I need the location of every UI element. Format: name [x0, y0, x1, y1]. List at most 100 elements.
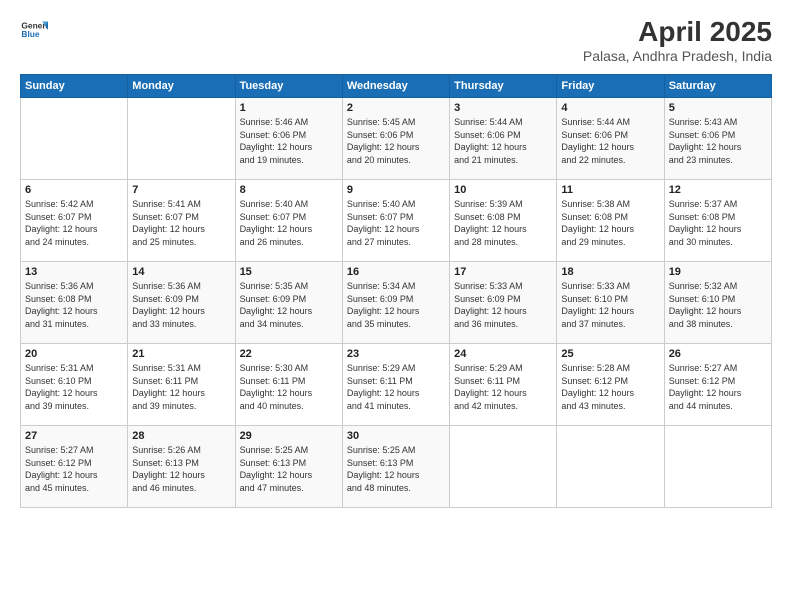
day-cell: 19 Sunrise: 5:32 AM Sunset: 6:10 PM Dayli…	[664, 262, 771, 344]
day-number: 27	[25, 430, 123, 442]
day-number: 29	[240, 430, 338, 442]
day-info: Sunrise: 5:31 AM Sunset: 6:11 PM Dayligh…	[132, 362, 230, 412]
col-thursday: Thursday	[450, 75, 557, 98]
day-number: 13	[25, 266, 123, 278]
day-cell: 4 Sunrise: 5:44 AM Sunset: 6:06 PM Daylig…	[557, 98, 664, 180]
week-row-3: 13 Sunrise: 5:36 AM Sunset: 6:08 PM Dayli…	[21, 262, 772, 344]
day-cell: 1Sunrise: 5:46 AM Sunset: 6:06 PM Daylig…	[235, 98, 342, 180]
day-info: Sunrise: 5:36 AM Sunset: 6:09 PM Dayligh…	[132, 280, 230, 330]
day-info: Sunrise: 5:33 AM Sunset: 6:09 PM Dayligh…	[454, 280, 552, 330]
day-cell: 6 Sunrise: 5:42 AM Sunset: 6:07 PM Daylig…	[21, 180, 128, 262]
day-number: 18	[561, 266, 659, 278]
day-cell: 27Sunrise: 5:27 AM Sunset: 6:12 PM Dayli…	[21, 426, 128, 508]
day-info: Sunrise: 5:37 AM Sunset: 6:08 PM Dayligh…	[669, 198, 767, 248]
day-cell: 5 Sunrise: 5:43 AM Sunset: 6:06 PM Daylig…	[664, 98, 771, 180]
day-cell: 26 Sunrise: 5:27 AM Sunset: 6:12 PM Dayli…	[664, 344, 771, 426]
day-number: 6	[25, 184, 123, 196]
day-number: 3	[454, 102, 552, 114]
day-cell: 11 Sunrise: 5:38 AM Sunset: 6:08 PM Dayli…	[557, 180, 664, 262]
day-info: Sunrise: 5:44 AM Sunset: 6:06 PM Dayligh…	[561, 116, 659, 166]
day-info: Sunrise: 5:46 AM Sunset: 6:06 PM Dayligh…	[240, 116, 338, 166]
day-info: Sunrise: 5:29 AM Sunset: 6:11 PM Dayligh…	[454, 362, 552, 412]
day-cell: 9 Sunrise: 5:40 AM Sunset: 6:07 PM Daylig…	[342, 180, 449, 262]
day-number: 20	[25, 348, 123, 360]
day-cell: 23Sunrise: 5:29 AM Sunset: 6:11 PM Dayli…	[342, 344, 449, 426]
day-number: 14	[132, 266, 230, 278]
day-number: 15	[240, 266, 338, 278]
day-info: Sunrise: 5:28 AM Sunset: 6:12 PM Dayligh…	[561, 362, 659, 412]
day-cell: 29 Sunrise: 5:25 AM Sunset: 6:13 PM Dayli…	[235, 426, 342, 508]
day-cell: 10Sunrise: 5:39 AM Sunset: 6:08 PM Dayli…	[450, 180, 557, 262]
header-row: Sunday Monday Tuesday Wednesday Thursday…	[21, 75, 772, 98]
day-cell: 12 Sunrise: 5:37 AM Sunset: 6:08 PM Dayli…	[664, 180, 771, 262]
day-number: 25	[561, 348, 659, 360]
day-cell: 13 Sunrise: 5:36 AM Sunset: 6:08 PM Dayli…	[21, 262, 128, 344]
day-cell: 8Sunrise: 5:40 AM Sunset: 6:07 PM Daylig…	[235, 180, 342, 262]
day-number: 2	[347, 102, 445, 114]
day-cell: 3 Sunrise: 5:44 AM Sunset: 6:06 PM Daylig…	[450, 98, 557, 180]
day-number: 19	[669, 266, 767, 278]
day-number: 7	[132, 184, 230, 196]
day-cell: 14 Sunrise: 5:36 AM Sunset: 6:09 PM Dayli…	[128, 262, 235, 344]
day-number: 22	[240, 348, 338, 360]
day-number: 28	[132, 430, 230, 442]
col-friday: Friday	[557, 75, 664, 98]
day-cell: 18 Sunrise: 5:33 AM Sunset: 6:10 PM Dayli…	[557, 262, 664, 344]
day-info: Sunrise: 5:40 AM Sunset: 6:07 PM Dayligh…	[347, 198, 445, 248]
day-info: Sunrise: 5:41 AM Sunset: 6:07 PM Dayligh…	[132, 198, 230, 248]
week-row-5: 27Sunrise: 5:27 AM Sunset: 6:12 PM Dayli…	[21, 426, 772, 508]
day-cell	[664, 426, 771, 508]
col-sunday: Sunday	[21, 75, 128, 98]
day-number: 24	[454, 348, 552, 360]
day-info: Sunrise: 5:25 AM Sunset: 6:13 PM Dayligh…	[240, 444, 338, 494]
day-cell: 2 Sunrise: 5:45 AM Sunset: 6:06 PM Daylig…	[342, 98, 449, 180]
day-info: Sunrise: 5:26 AM Sunset: 6:13 PM Dayligh…	[132, 444, 230, 494]
week-row-1: 1Sunrise: 5:46 AM Sunset: 6:06 PM Daylig…	[21, 98, 772, 180]
calendar-subtitle: Palasa, Andhra Pradesh, India	[583, 48, 772, 64]
day-cell: 30Sunrise: 5:25 AM Sunset: 6:13 PM Dayli…	[342, 426, 449, 508]
day-cell: 24 Sunrise: 5:29 AM Sunset: 6:11 PM Dayli…	[450, 344, 557, 426]
day-info: Sunrise: 5:43 AM Sunset: 6:06 PM Dayligh…	[669, 116, 767, 166]
day-info: Sunrise: 5:33 AM Sunset: 6:10 PM Dayligh…	[561, 280, 659, 330]
day-cell: 25 Sunrise: 5:28 AM Sunset: 6:12 PM Dayli…	[557, 344, 664, 426]
col-saturday: Saturday	[664, 75, 771, 98]
day-info: Sunrise: 5:27 AM Sunset: 6:12 PM Dayligh…	[669, 362, 767, 412]
title-block: April 2025 Palasa, Andhra Pradesh, India	[583, 16, 772, 64]
week-row-2: 6 Sunrise: 5:42 AM Sunset: 6:07 PM Daylig…	[21, 180, 772, 262]
day-info: Sunrise: 5:36 AM Sunset: 6:08 PM Dayligh…	[25, 280, 123, 330]
day-cell: 28 Sunrise: 5:26 AM Sunset: 6:13 PM Dayli…	[128, 426, 235, 508]
day-cell: 21 Sunrise: 5:31 AM Sunset: 6:11 PM Dayli…	[128, 344, 235, 426]
day-cell	[21, 98, 128, 180]
day-number: 5	[669, 102, 767, 114]
day-number: 26	[669, 348, 767, 360]
day-number: 12	[669, 184, 767, 196]
day-number: 21	[132, 348, 230, 360]
col-monday: Monday	[128, 75, 235, 98]
day-cell	[128, 98, 235, 180]
logo: General Blue	[20, 16, 48, 44]
day-info: Sunrise: 5:44 AM Sunset: 6:06 PM Dayligh…	[454, 116, 552, 166]
svg-text:Blue: Blue	[21, 29, 39, 39]
day-number: 17	[454, 266, 552, 278]
week-row-4: 20Sunrise: 5:31 AM Sunset: 6:10 PM Dayli…	[21, 344, 772, 426]
day-info: Sunrise: 5:38 AM Sunset: 6:08 PM Dayligh…	[561, 198, 659, 248]
day-info: Sunrise: 5:25 AM Sunset: 6:13 PM Dayligh…	[347, 444, 445, 494]
day-number: 4	[561, 102, 659, 114]
day-number: 23	[347, 348, 445, 360]
day-number: 8	[240, 184, 338, 196]
day-info: Sunrise: 5:42 AM Sunset: 6:07 PM Dayligh…	[25, 198, 123, 248]
day-cell: 16Sunrise: 5:34 AM Sunset: 6:09 PM Dayli…	[342, 262, 449, 344]
day-info: Sunrise: 5:34 AM Sunset: 6:09 PM Dayligh…	[347, 280, 445, 330]
day-info: Sunrise: 5:30 AM Sunset: 6:11 PM Dayligh…	[240, 362, 338, 412]
day-cell	[450, 426, 557, 508]
page: General Blue April 2025 Palasa, Andhra P…	[0, 0, 792, 612]
day-number: 10	[454, 184, 552, 196]
day-number: 11	[561, 184, 659, 196]
col-tuesday: Tuesday	[235, 75, 342, 98]
day-cell: 20Sunrise: 5:31 AM Sunset: 6:10 PM Dayli…	[21, 344, 128, 426]
col-wednesday: Wednesday	[342, 75, 449, 98]
day-number: 9	[347, 184, 445, 196]
day-info: Sunrise: 5:32 AM Sunset: 6:10 PM Dayligh…	[669, 280, 767, 330]
day-cell: 17 Sunrise: 5:33 AM Sunset: 6:09 PM Dayli…	[450, 262, 557, 344]
day-info: Sunrise: 5:45 AM Sunset: 6:06 PM Dayligh…	[347, 116, 445, 166]
